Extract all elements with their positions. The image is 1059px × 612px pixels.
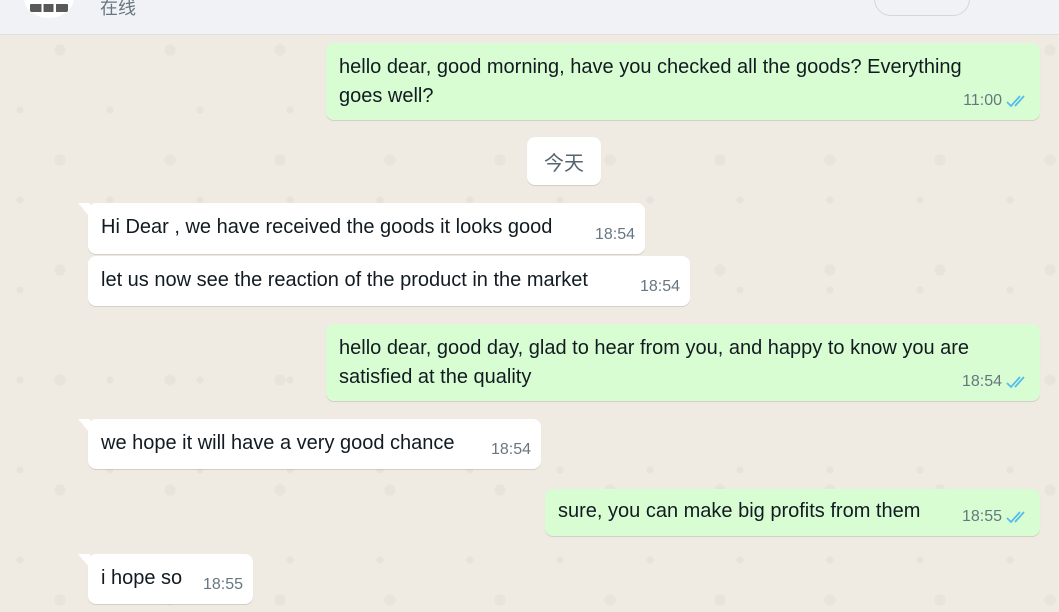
header-action-button[interactable] xyxy=(874,0,970,16)
avatar-logo xyxy=(30,4,68,12)
double-check-icon xyxy=(1006,94,1025,107)
message-time: 18:54 xyxy=(490,441,531,458)
message-time: 18:55 xyxy=(961,508,1002,525)
message-outgoing[interactable]: hello dear, good morning, have you check… xyxy=(326,43,1040,120)
double-check-icon xyxy=(1006,510,1025,523)
message-incoming[interactable]: we hope it will have a very good chance … xyxy=(78,419,541,469)
contact-avatar[interactable] xyxy=(24,0,74,18)
message-text: Hi Dear , we have received the goods it … xyxy=(101,216,553,238)
message-text: let us now see the reaction of the produ… xyxy=(101,269,588,291)
date-separator: 今天 xyxy=(527,137,601,185)
message-time: 18:54 xyxy=(961,373,1002,390)
message-meta: 18:54 xyxy=(640,272,680,301)
chat-header: 在线 xyxy=(0,0,1059,35)
message-outgoing[interactable]: sure, you can make big profits from them… xyxy=(545,489,1040,536)
message-text: we hope it will have a very good chance xyxy=(101,432,455,454)
contact-status: 在线 xyxy=(100,0,136,18)
message-time: 18:55 xyxy=(202,576,243,593)
message-time: 18:54 xyxy=(639,278,680,295)
message-meta: 18:54 xyxy=(595,220,635,249)
message-incoming[interactable]: i hope so 18:55 xyxy=(78,554,253,604)
message-incoming[interactable]: Hi Dear , we have received the goods it … xyxy=(78,203,645,254)
message-meta: 18:55 xyxy=(203,570,243,599)
message-meta: 18:55 xyxy=(962,502,1030,531)
message-time: 18:54 xyxy=(594,226,635,243)
message-incoming[interactable]: let us now see the reaction of the produ… xyxy=(88,256,690,306)
message-meta: 18:54 xyxy=(491,435,531,464)
message-outgoing[interactable]: hello dear, good day, glad to hear from … xyxy=(326,324,1040,401)
message-text: hello dear, good morning, have you check… xyxy=(339,56,962,107)
message-meta: 11:00 xyxy=(963,86,1030,115)
message-text: sure, you can make big profits from them xyxy=(558,500,921,522)
message-text: hello dear, good day, glad to hear from … xyxy=(339,337,970,388)
message-time: 11:00 xyxy=(963,92,1002,109)
double-check-icon xyxy=(1006,375,1025,388)
message-meta: 18:54 xyxy=(962,367,1030,396)
